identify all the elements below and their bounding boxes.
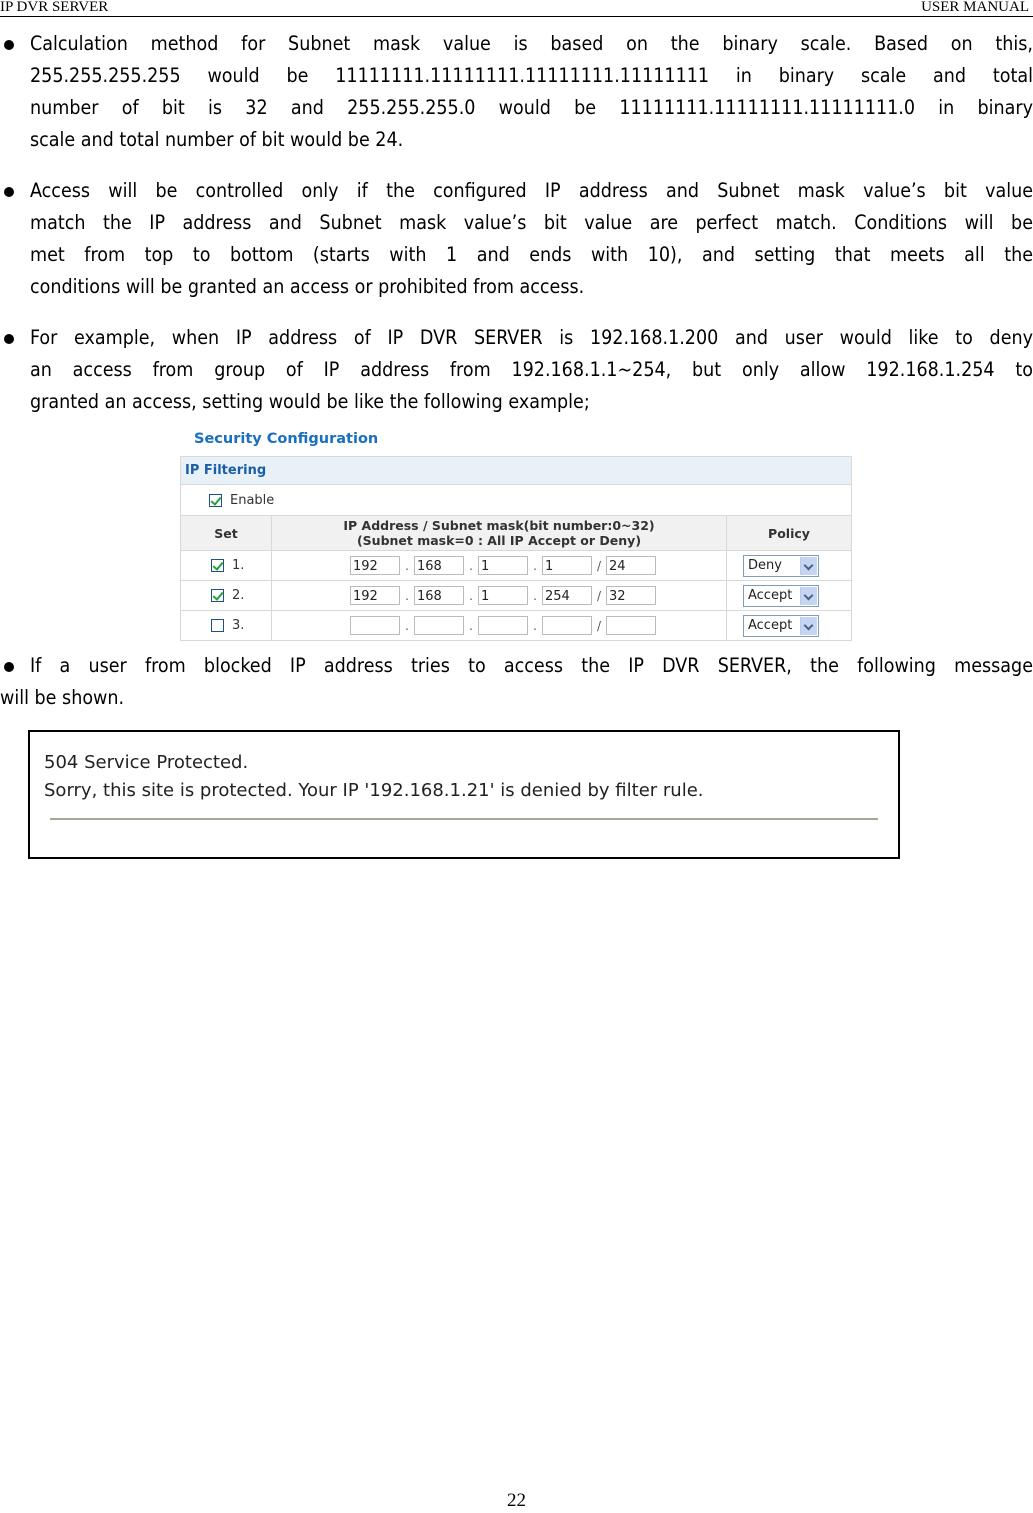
rule-policy-cell: Deny bbox=[726, 550, 852, 581]
text-line: scale and total number of bit would be 2… bbox=[30, 128, 404, 151]
rule-ip-cell: ... / bbox=[271, 610, 727, 641]
ip-octet-3-input[interactable]: 1 bbox=[478, 586, 528, 605]
policy-select[interactable]: Accept bbox=[743, 614, 819, 637]
text-line: For example, when IP address of IP DVR S… bbox=[30, 326, 1033, 349]
text-line: If a user from blocked IP address tries … bbox=[30, 654, 1033, 677]
chevron-down-icon[interactable] bbox=[800, 586, 817, 605]
divider bbox=[50, 818, 878, 820]
column-header-ip-address: IP Address / Subnet mask(bit number:0~32… bbox=[271, 515, 727, 551]
paragraph-access-control: Access will be controlled only if the co… bbox=[4, 175, 1033, 303]
page-number: 22 bbox=[507, 1490, 526, 1511]
text-line: match the IP address and Subnet mask val… bbox=[30, 211, 1033, 234]
column-header-set: Set bbox=[180, 515, 272, 551]
denied-message-box: 504 Service Protected. Sorry, this site … bbox=[28, 730, 900, 859]
paragraph-subnet-calculation: Calculation method for Subnet mask value… bbox=[4, 28, 1033, 156]
rule-ip-cell: 192. 168. 1. 1/24 bbox=[271, 550, 727, 581]
policy-value: Deny bbox=[748, 557, 782, 573]
rule-set-cell: 1. bbox=[180, 550, 272, 581]
ip-octet-2-input[interactable]: 168 bbox=[414, 586, 464, 605]
ip-octet-4-input[interactable]: 254 bbox=[542, 586, 592, 605]
ip-octet-1-input[interactable] bbox=[350, 616, 400, 635]
rule-policy-cell: Accept bbox=[726, 610, 852, 641]
rule-set-cell: 3. bbox=[180, 610, 272, 641]
rule-index: 3. bbox=[232, 618, 245, 633]
rule-index: 1. bbox=[232, 558, 245, 573]
bullet-icon bbox=[4, 334, 14, 344]
bullet-icon bbox=[4, 662, 14, 672]
security-configuration-panel: Security Configuration IP Filtering Enab… bbox=[180, 428, 853, 641]
text-line: Calculation method for Subnet mask value… bbox=[30, 32, 1033, 55]
error-title: 504 Service Protected. bbox=[44, 752, 249, 773]
text-line: number of bit is 32 and 255.255.255.0 wo… bbox=[30, 96, 1033, 119]
rule-set-cell: 2. bbox=[180, 580, 272, 611]
ip-filtering-section-header: IP Filtering bbox=[180, 456, 852, 485]
rule-policy-cell: Accept bbox=[726, 580, 852, 611]
paragraph-blocked-message: If a user from blocked IP address tries … bbox=[0, 650, 1033, 714]
rule-2-checkbox[interactable] bbox=[211, 589, 224, 602]
ip-octet-3-input[interactable]: 1 bbox=[478, 556, 528, 575]
text-line: conditions will be granted an access or … bbox=[30, 275, 585, 298]
ip-octet-4-input[interactable]: 1 bbox=[542, 556, 592, 575]
text-line: 255.255.255.255 would be 11111111.111111… bbox=[30, 64, 1033, 87]
rule-3-checkbox[interactable] bbox=[211, 619, 224, 632]
enable-checkbox[interactable] bbox=[209, 493, 222, 507]
ip-filtering-table: IP Filtering Enable Set IP Address / Sub… bbox=[180, 456, 852, 641]
filter-rule-row: 2. 192. 168. 1. 254/32 Accept bbox=[180, 580, 852, 611]
enable-row: Enable bbox=[180, 484, 852, 516]
ip-octet-4-input[interactable] bbox=[542, 616, 592, 635]
paragraph-example: For example, when IP address of IP DVR S… bbox=[4, 322, 1033, 418]
subnet-mask-bits-input[interactable]: 24 bbox=[606, 556, 656, 575]
error-detail: Sorry, this site is protected. Your IP '… bbox=[44, 780, 704, 801]
filter-rule-row: 3. ... / Accept bbox=[180, 610, 852, 641]
subnet-mask-bits-input[interactable] bbox=[606, 616, 656, 635]
rule-ip-cell: 192. 168. 1. 254/32 bbox=[271, 580, 727, 611]
subnet-mask-bits-input[interactable]: 32 bbox=[606, 586, 656, 605]
policy-value: Accept bbox=[748, 617, 793, 633]
rule-1-checkbox[interactable] bbox=[211, 559, 224, 572]
text-line: granted an access, setting would be like… bbox=[30, 390, 590, 413]
column-header-ip-line1: IP Address / Subnet mask(bit number:0~32… bbox=[343, 518, 655, 533]
ip-octet-2-input[interactable]: 168 bbox=[414, 556, 464, 575]
policy-select[interactable]: Accept bbox=[743, 584, 819, 607]
enable-label: Enable bbox=[230, 492, 275, 508]
rule-index: 2. bbox=[232, 588, 245, 603]
chevron-down-icon[interactable] bbox=[800, 556, 817, 575]
ip-octet-2-input[interactable] bbox=[414, 616, 464, 635]
text-line: met from top to bottom (starts with 1 an… bbox=[30, 243, 1033, 266]
ip-octet-1-input[interactable]: 192 bbox=[350, 586, 400, 605]
text-line: Access will be controlled only if the co… bbox=[30, 179, 1033, 202]
bullet-icon bbox=[4, 40, 14, 50]
ip-octet-1-input[interactable]: 192 bbox=[350, 556, 400, 575]
filter-rule-row: 1. 192. 168. 1. 1/24 Deny bbox=[180, 550, 852, 581]
security-configuration-title: Security Configuration bbox=[194, 431, 379, 447]
chevron-down-icon[interactable] bbox=[800, 616, 817, 635]
bullet-icon bbox=[4, 187, 14, 197]
column-header-policy: Policy bbox=[726, 515, 852, 551]
ip-octet-3-input[interactable] bbox=[478, 616, 528, 635]
text-line: an access from group of IP address from … bbox=[30, 358, 1033, 381]
header-manual-title: USER MANUAL bbox=[921, 0, 1029, 15]
column-header-ip-line2: (Subnet mask=0 : All IP Accept or Deny) bbox=[356, 533, 642, 548]
policy-select[interactable]: Deny bbox=[743, 554, 819, 577]
text-line: will be shown. bbox=[0, 686, 125, 709]
policy-value: Accept bbox=[748, 587, 793, 603]
header-product-name: IP DVR SERVER bbox=[0, 0, 109, 15]
running-header: IP DVR SERVER USER MANUAL bbox=[0, 0, 1033, 17]
